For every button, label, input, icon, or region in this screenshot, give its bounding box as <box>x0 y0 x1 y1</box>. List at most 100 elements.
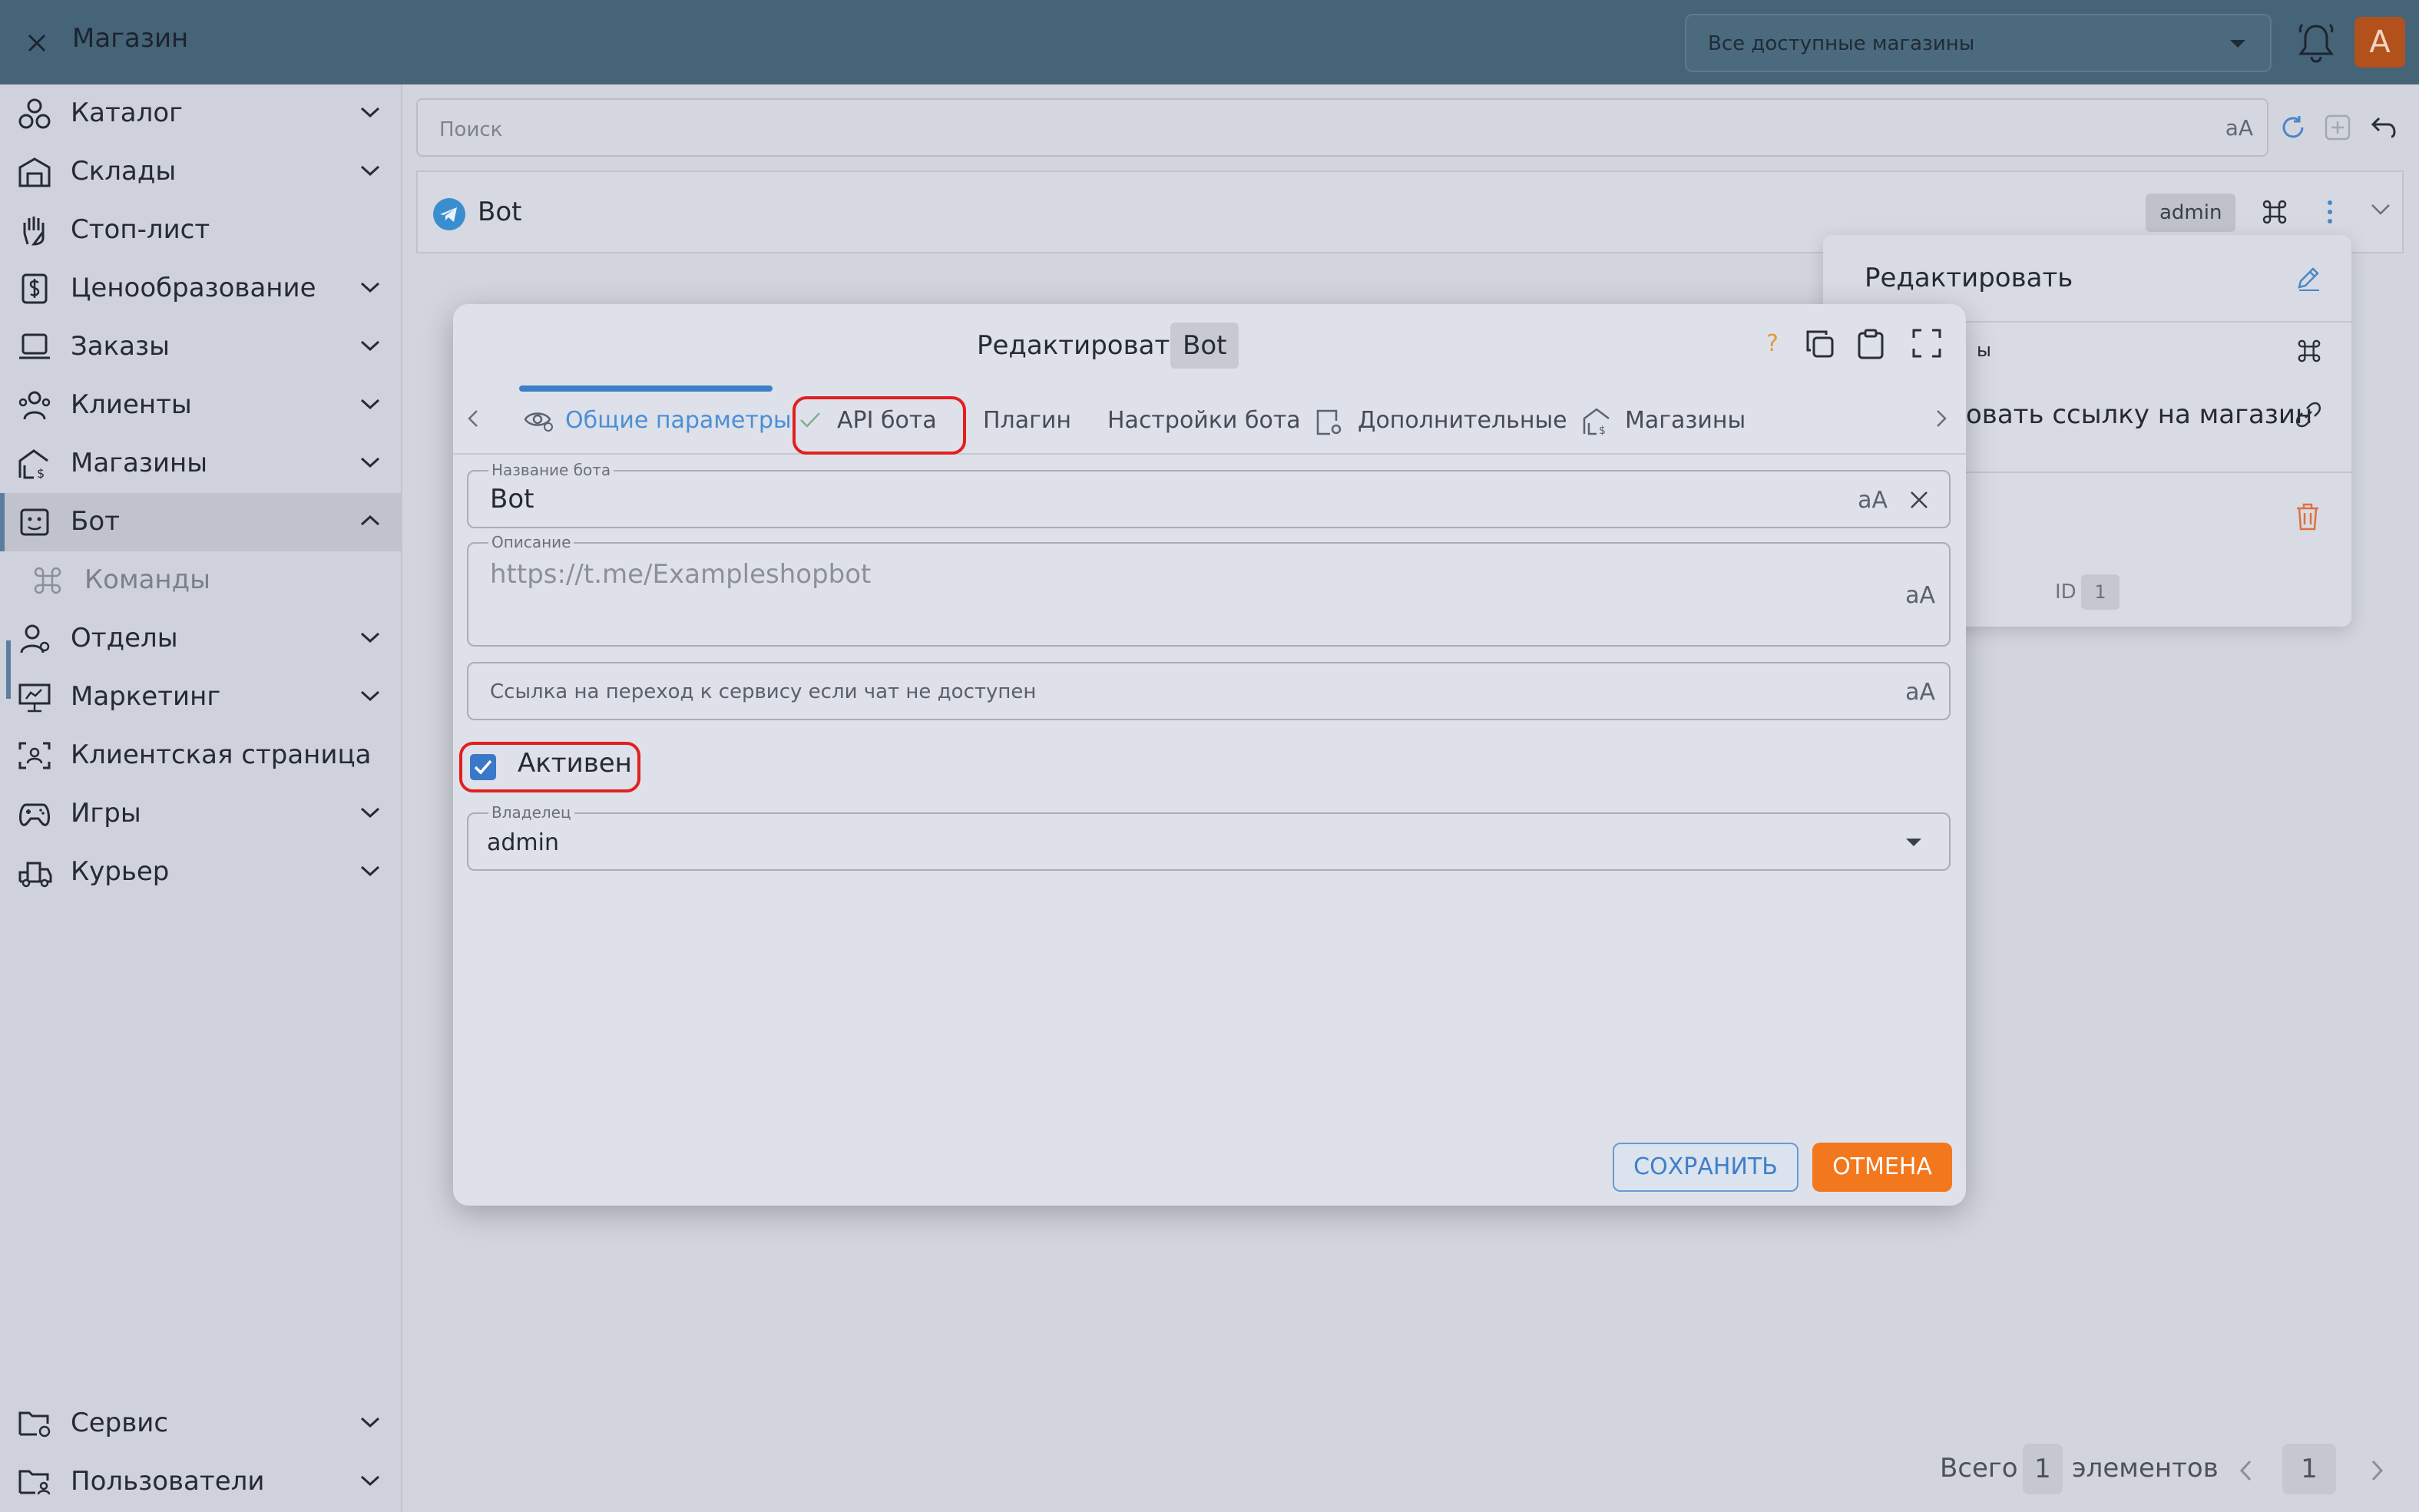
case-toggle-icon[interactable]: aA <box>1905 679 1935 706</box>
more-vertical-icon[interactable] <box>2322 198 2338 226</box>
tab-general[interactable]: Общие параметры <box>519 381 792 455</box>
sidebar-item-label: Ценообразование <box>71 273 316 303</box>
save-button[interactable]: СОХРАНИТЬ <box>1613 1143 1799 1192</box>
sidebar-item-commands[interactable]: Команды <box>0 551 402 610</box>
clear-icon[interactable] <box>1909 490 1929 510</box>
chevron-down-icon[interactable] <box>2370 203 2391 217</box>
marketing-icon <box>17 682 52 713</box>
sidebar-item-label: Заказы <box>71 331 170 362</box>
chevron-down-icon <box>359 106 381 118</box>
active-tab-indicator <box>519 385 773 392</box>
dialog-tabs: Общие параметры API бота Плагин Настройк… <box>453 381 1966 455</box>
menu-item-label: овать ссылку на магазин <box>1966 399 2313 430</box>
tabs-next-icon[interactable] <box>1935 409 1947 428</box>
sidebar-item-label: Команды <box>84 564 211 595</box>
chevron-up-icon <box>359 514 381 527</box>
id-label: ID <box>2055 581 2077 604</box>
chevron-down-icon <box>1904 837 1923 848</box>
tab-label: Настройки бота <box>1107 407 1301 434</box>
sidebar-item-clients[interactable]: Клиенты <box>0 376 402 435</box>
sidebar-item-label: Бот <box>71 506 120 537</box>
tabs-prev-icon[interactable] <box>467 409 479 428</box>
menu-item-label: ы <box>1977 339 1991 361</box>
sidebar-item-warehouses[interactable]: Склады <box>0 143 402 201</box>
owner-badge: admin <box>2146 194 2236 232</box>
pencil-icon <box>2295 264 2322 292</box>
case-toggle-icon[interactable]: aA <box>2225 115 2253 141</box>
search-placeholder: Поиск <box>439 118 503 141</box>
bot-name-field[interactable]: Название бота Bot aA <box>467 461 1951 528</box>
elements-label: элементов <box>2072 1453 2219 1484</box>
sidebar-item-bot[interactable]: Бот <box>0 493 402 551</box>
help-icon[interactable]: ? <box>1766 330 1779 357</box>
departments-icon <box>17 624 52 654</box>
sidebar-item-games[interactable]: Игры <box>0 785 402 843</box>
highlight-api-tab <box>793 396 966 455</box>
eye-settings-icon <box>524 409 554 432</box>
description-field[interactable]: Описание https://t.me/Exampleshopbot aA <box>467 533 1951 647</box>
chevron-down-icon <box>359 456 381 468</box>
close-icon[interactable] <box>22 28 52 58</box>
sidebar-item-marketing[interactable]: Маркетинг <box>0 668 402 726</box>
link-icon <box>2295 401 2322 428</box>
bell-icon[interactable] <box>2296 22 2336 65</box>
next-page-icon[interactable] <box>2370 1459 2385 1482</box>
sidebar-item-courier[interactable]: Курьер <box>0 843 402 902</box>
edit-bot-dialog: Редактировать Bot ? Общие параметры API … <box>453 304 1966 1206</box>
shop-select[interactable]: Все доступные магазины <box>1685 14 2272 72</box>
chevron-down-icon <box>359 281 381 293</box>
fallback-link-placeholder: Ссылка на переход к сервису если чат не … <box>490 680 1037 703</box>
sidebar-item-label: Отделы <box>71 623 178 653</box>
bot-row-name: Bot <box>478 197 522 227</box>
sidebar-item-label: Стоп-лист <box>71 214 210 245</box>
command-icon[interactable] <box>2261 198 2288 226</box>
sidebar-item-departments[interactable]: Отделы <box>0 610 402 668</box>
client-page-icon <box>17 740 52 771</box>
tab-plugin[interactable]: Плагин <box>983 381 1090 455</box>
fallback-link-field[interactable]: Ссылка на переход к сервису если чат не … <box>467 662 1951 720</box>
sidebar-item-shops[interactable]: $ Магазины <box>0 435 402 493</box>
undo-icon[interactable] <box>2370 114 2397 141</box>
add-icon[interactable] <box>2324 114 2351 141</box>
tab-label: Дополнительные <box>1358 407 1567 434</box>
prev-page-icon[interactable] <box>2238 1459 2253 1482</box>
case-toggle-icon[interactable]: aA <box>1905 582 1935 609</box>
pricing-icon <box>17 273 52 304</box>
chevron-down-icon <box>359 1416 381 1428</box>
sidebar-item-label: Клиенты <box>71 389 192 420</box>
cancel-button[interactable]: ОТМЕНА <box>1812 1143 1952 1192</box>
sidebar-item-service[interactable]: Сервис <box>0 1395 402 1453</box>
menu-item-label: Редактировать <box>1865 263 2073 293</box>
tab-bot-settings[interactable]: Настройки бота <box>1107 381 1307 455</box>
sidebar-item-stop-list[interactable]: Стоп-лист <box>0 201 402 260</box>
active-checkbox-label: Активен <box>518 748 632 779</box>
active-checkbox[interactable] <box>470 754 496 780</box>
chevron-down-icon <box>359 339 381 352</box>
sidebar-item-client-page[interactable]: Клиентская страница <box>0 726 402 785</box>
hand-icon <box>17 215 52 246</box>
trash-icon <box>2295 502 2321 531</box>
case-toggle-icon[interactable]: aA <box>1858 487 1888 514</box>
svg-text:$: $ <box>37 466 45 479</box>
search-input[interactable]: Поиск aA <box>416 98 2268 157</box>
sidebar-item-users[interactable]: Пользователи <box>0 1453 402 1511</box>
current-page[interactable]: 1 <box>2282 1444 2336 1494</box>
tab-shops[interactable]: $ Магазины <box>1582 381 1782 455</box>
avatar[interactable]: A <box>2354 17 2405 68</box>
id-value: 1 <box>2081 574 2120 610</box>
refresh-icon[interactable] <box>2279 114 2307 141</box>
sidebar-item-label: Пользователи <box>71 1466 265 1497</box>
telegram-icon <box>433 198 465 230</box>
sidebar-item-label: Каталог <box>71 98 184 128</box>
sidebar-item-catalog[interactable]: Каталог <box>0 84 402 143</box>
command-icon <box>2296 338 2322 364</box>
clipboard-icon[interactable] <box>1857 329 1885 359</box>
chevron-down-icon <box>359 865 381 877</box>
owner-select[interactable]: Владелец admin <box>467 803 1951 871</box>
sidebar-item-pricing[interactable]: Ценообразование <box>0 260 402 318</box>
bot-name-value: Bot <box>490 484 534 514</box>
copy-icon[interactable] <box>1805 329 1835 359</box>
sidebar-item-orders[interactable]: Заказы <box>0 318 402 376</box>
tab-additional[interactable]: Дополнительные <box>1315 381 1567 455</box>
fullscreen-icon[interactable] <box>1912 329 1941 358</box>
